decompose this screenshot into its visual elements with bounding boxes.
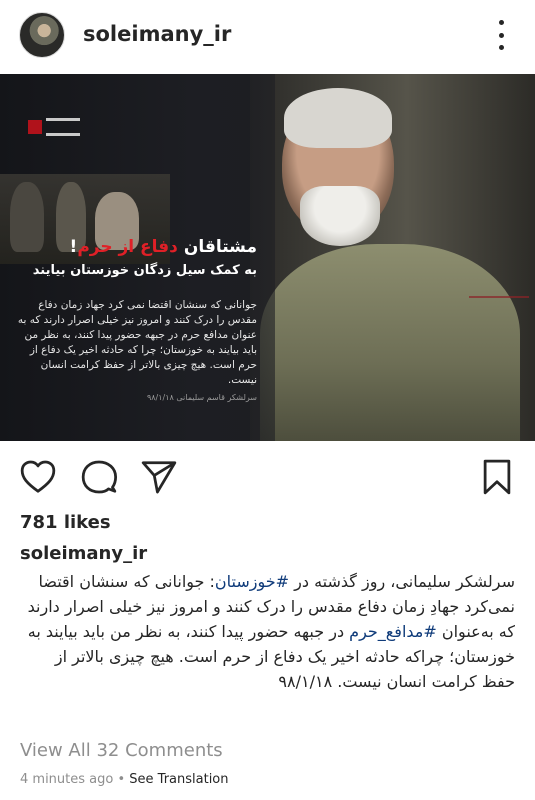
portrait-hair xyxy=(284,88,392,148)
meta-separator: • xyxy=(113,772,130,787)
headline-text: مشتاقان xyxy=(177,237,257,257)
image-quote: جوانانی که سنشان اقتضا نمی کرد جهاد زمان… xyxy=(17,299,257,386)
caption-text-part: سرلشکر سلیمانی، روز گذشته در xyxy=(289,572,515,591)
portrait-body xyxy=(260,244,520,441)
watermark-icon xyxy=(469,282,529,298)
more-vertical-icon[interactable] xyxy=(496,20,506,50)
comment-icon[interactable] xyxy=(80,458,118,496)
see-translation-link[interactable]: See Translation xyxy=(129,772,228,787)
send-icon[interactable] xyxy=(140,458,178,496)
caption-username[interactable]: soleimany_ir xyxy=(20,543,147,564)
post-username[interactable]: soleimany_ir xyxy=(83,22,231,46)
profile-avatar[interactable] xyxy=(19,12,65,58)
action-bar xyxy=(0,444,535,504)
logo-icon xyxy=(28,112,80,142)
hashtag-link[interactable]: #مدافع_حرم xyxy=(349,622,437,641)
headline-highlight: دفاع از حرم xyxy=(77,237,178,257)
post-image[interactable]: مشتاقان دفاع از حرم! به کمک سیل زدگان خو… xyxy=(0,74,535,441)
caption-text: سرلشکر سلیمانی، روز گذشته در #خوزستان: ج… xyxy=(20,569,515,694)
image-signature: سرلشکر قاسم سلیمانی ۹۸/۱/۱۸ xyxy=(146,393,257,402)
post-meta: 4 minutes ago • See Translation xyxy=(20,772,229,787)
image-subheadline: به کمک سیل زدگان خوزستان بیایند xyxy=(32,263,257,278)
likes-count[interactable]: 781 likes xyxy=(20,512,111,533)
post-time: 4 minutes ago xyxy=(20,772,114,787)
portrait-beard xyxy=(300,186,380,246)
post-header: soleimany_ir xyxy=(0,0,535,74)
view-comments-link[interactable]: View All 32 Comments xyxy=(20,740,223,761)
bookmark-icon[interactable] xyxy=(481,458,513,496)
hashtag-link[interactable]: #خوزستان xyxy=(215,572,289,591)
heart-icon[interactable] xyxy=(19,458,57,496)
image-headline: مشتاقان دفاع از حرم! به کمک سیل زدگان خو… xyxy=(17,237,257,278)
